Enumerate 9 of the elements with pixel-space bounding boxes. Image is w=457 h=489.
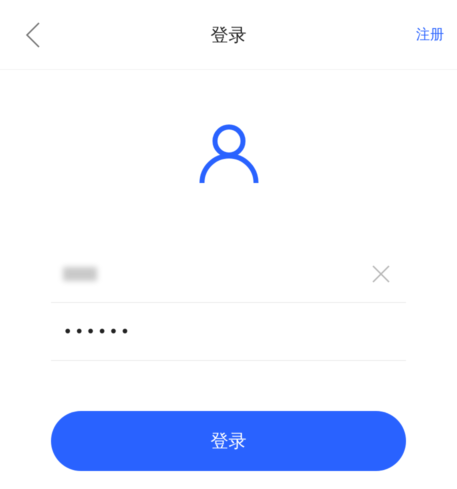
close-icon bbox=[372, 264, 390, 282]
login-button[interactable]: 登录 bbox=[51, 411, 406, 471]
page-title: 登录 bbox=[210, 24, 246, 46]
register-link[interactable]: 注册 bbox=[416, 26, 444, 44]
back-icon bbox=[25, 20, 41, 48]
user-icon bbox=[198, 123, 258, 185]
password-field[interactable]: •••••• bbox=[51, 322, 406, 341]
clear-button[interactable] bbox=[372, 264, 390, 282]
back-button[interactable] bbox=[24, 20, 42, 48]
